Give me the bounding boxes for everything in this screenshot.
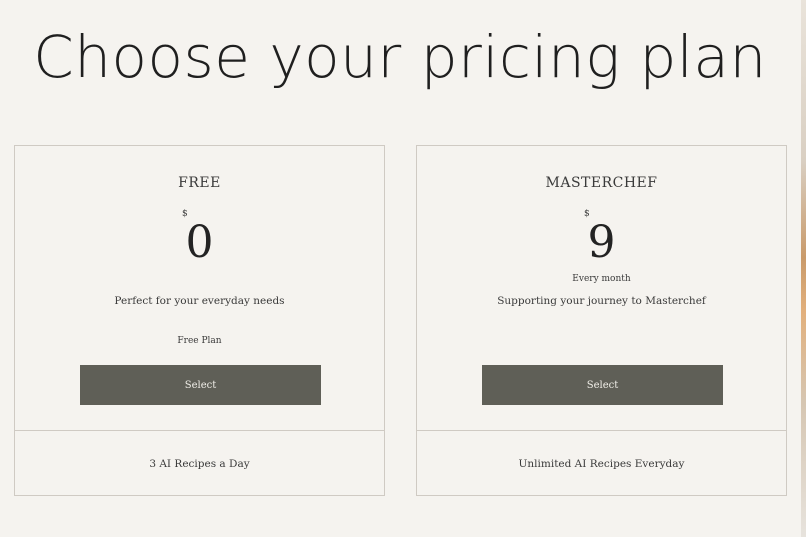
- billing-period: Every month: [572, 274, 631, 284]
- select-free-button[interactable]: Select: [80, 365, 321, 405]
- page-title: Choose your pricing plan: [33, 23, 767, 91]
- plan-card-free: FREE $ 0 Perfect for your everyday needs…: [14, 145, 385, 496]
- card-divider: [15, 430, 384, 431]
- plan-card-masterchef: MASTERCHEF $ 9 Every month Supporting yo…: [416, 145, 787, 496]
- select-masterchef-button[interactable]: Select: [482, 365, 723, 405]
- plan-name: FREE: [178, 175, 221, 191]
- plan-feature: 3 AI Recipes a Day: [149, 458, 250, 470]
- background-image-edge: [801, 0, 806, 537]
- plan-feature: Unlimited AI Recipes Everyday: [518, 458, 685, 470]
- plan-description: Perfect for your everyday needs: [114, 295, 285, 307]
- plan-name: MASTERCHEF: [545, 175, 658, 191]
- plan-note: Free Plan: [177, 336, 222, 346]
- plan-description: Supporting your journey to Masterchef: [497, 295, 706, 307]
- plan-price: 9: [587, 217, 616, 268]
- card-divider: [417, 430, 786, 431]
- plan-price: 0: [185, 217, 214, 268]
